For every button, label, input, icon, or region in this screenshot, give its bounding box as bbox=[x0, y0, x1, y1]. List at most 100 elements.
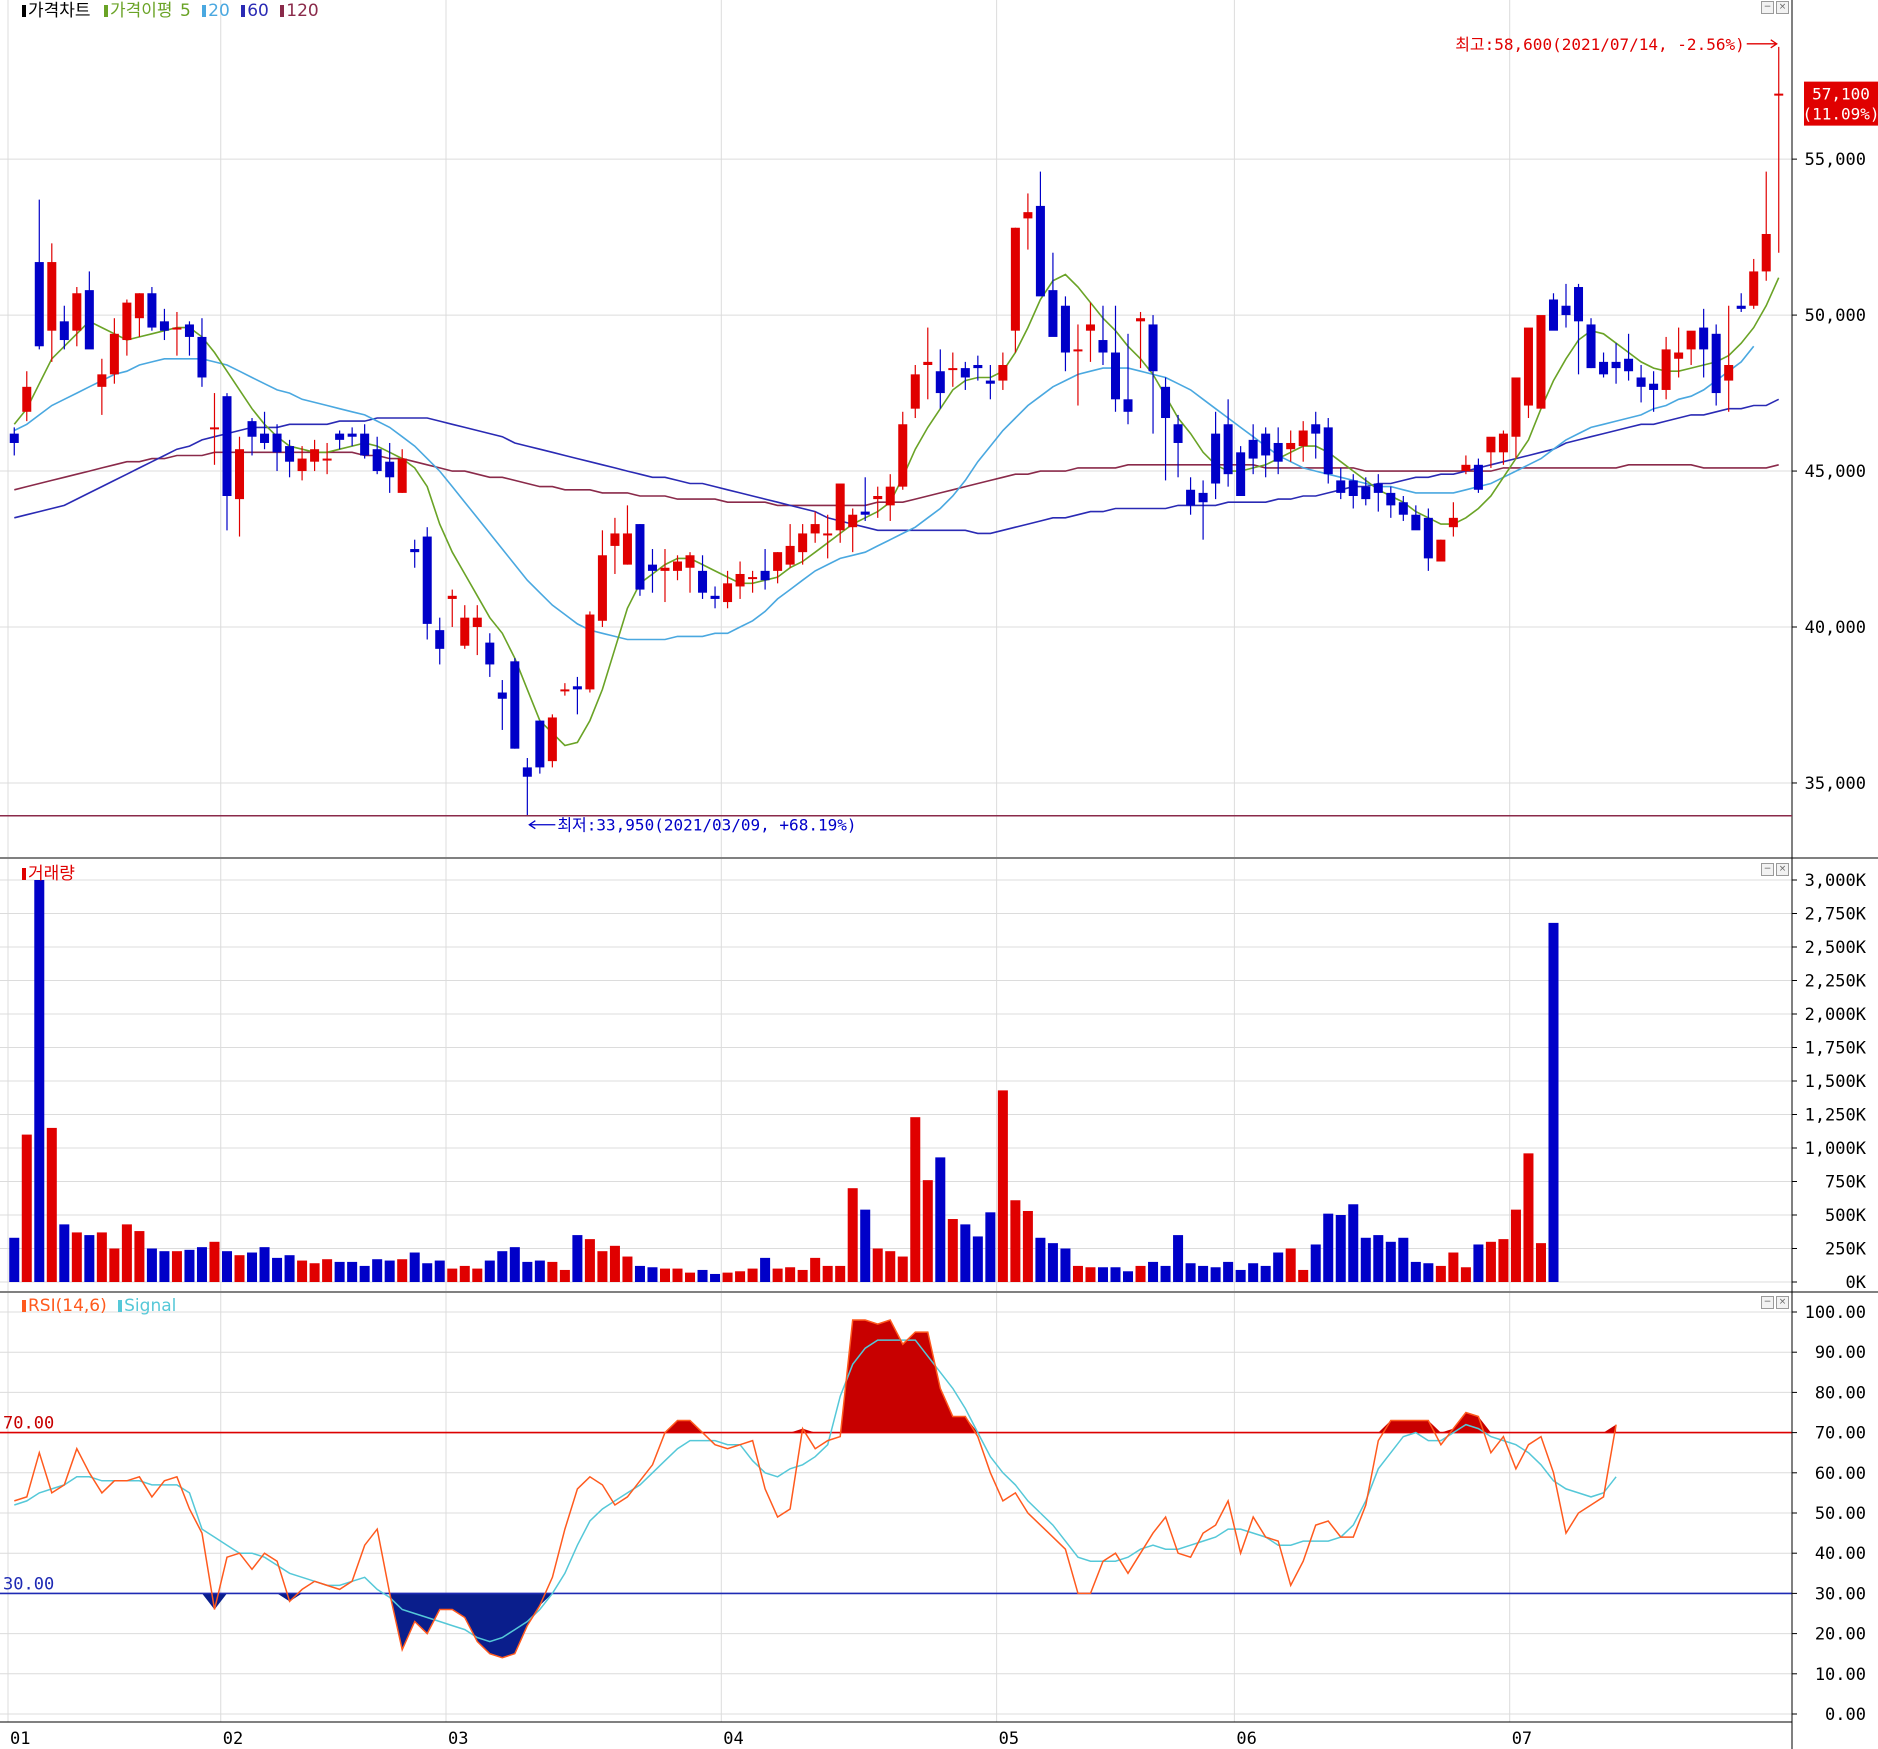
volume-bar bbox=[935, 1157, 946, 1282]
volume-bar bbox=[1235, 1269, 1246, 1282]
volume-bar bbox=[1047, 1243, 1058, 1282]
price-tick-label: 55,000 bbox=[1805, 150, 1866, 170]
volume-marker bbox=[22, 868, 26, 880]
volume-bar bbox=[484, 1260, 495, 1282]
candle-body bbox=[998, 364, 1008, 381]
candle-body bbox=[1348, 480, 1358, 497]
candle-body bbox=[973, 364, 983, 369]
candle-body bbox=[1511, 377, 1521, 437]
x-tick-label: 07 bbox=[1512, 1729, 1532, 1749]
candle-body bbox=[134, 293, 144, 319]
price-tick-label: 40,000 bbox=[1805, 618, 1866, 638]
price-ma-label[interactable]: 가격이평 bbox=[110, 1, 173, 21]
rsi-panel-close-button[interactable]: × bbox=[1776, 1296, 1789, 1309]
candle-body bbox=[9, 433, 19, 443]
volume-panel-minimize-button[interactable]: − bbox=[1761, 863, 1774, 876]
rsi-label[interactable]: RSI(14,6) bbox=[28, 1296, 107, 1316]
candle-body bbox=[447, 595, 457, 599]
volume-bar bbox=[760, 1257, 771, 1282]
volume-bar bbox=[922, 1180, 933, 1282]
candle-body bbox=[1548, 299, 1558, 331]
candle-body bbox=[848, 514, 858, 528]
price-chart-label[interactable]: 가격차트 bbox=[28, 1, 91, 21]
volume-bar bbox=[860, 1209, 871, 1282]
volume-bar bbox=[547, 1261, 558, 1282]
volume-bar bbox=[647, 1267, 658, 1282]
candle bbox=[1436, 539, 1446, 562]
volume-bar bbox=[1260, 1265, 1271, 1282]
candle-body bbox=[985, 380, 995, 384]
rsi-panel-minimize-button[interactable]: − bbox=[1761, 1296, 1774, 1309]
candle-body bbox=[873, 496, 883, 500]
price-panel-minimize-button[interactable]: − bbox=[1761, 1, 1774, 14]
candle-body bbox=[1273, 442, 1283, 462]
volume-bar bbox=[522, 1261, 533, 1282]
candle-body bbox=[535, 720, 545, 768]
ma120-period[interactable]: 120 bbox=[286, 1, 318, 21]
volume-bar bbox=[359, 1265, 370, 1282]
signal-label[interactable]: Signal bbox=[124, 1296, 176, 1316]
volume-bar bbox=[835, 1265, 846, 1282]
candle-body bbox=[435, 630, 445, 649]
candle-body bbox=[272, 433, 282, 453]
volume-bar bbox=[1423, 1263, 1434, 1282]
candle-body bbox=[572, 686, 582, 690]
ma20-marker bbox=[202, 5, 207, 17]
volume-bar bbox=[747, 1268, 758, 1282]
candle-body bbox=[1461, 464, 1471, 472]
volume-bar bbox=[9, 1237, 20, 1282]
volume-bar bbox=[234, 1255, 245, 1282]
volume-bar bbox=[322, 1259, 333, 1282]
volume-bar bbox=[584, 1239, 595, 1282]
candle-body bbox=[1486, 436, 1496, 453]
volume-bar bbox=[409, 1252, 420, 1282]
volume-bar bbox=[1523, 1153, 1534, 1282]
candle-body bbox=[1411, 514, 1421, 531]
volume-bar bbox=[1273, 1252, 1284, 1282]
candle-body bbox=[860, 511, 870, 515]
volume-bar bbox=[1335, 1215, 1346, 1282]
candle-body bbox=[1336, 480, 1346, 493]
candle-body bbox=[710, 595, 720, 599]
volume-tick-label: 500K bbox=[1825, 1206, 1867, 1226]
candle-body bbox=[197, 336, 207, 378]
volume-bar bbox=[422, 1263, 433, 1282]
rsi-tick-label: 90.00 bbox=[1815, 1343, 1866, 1363]
signal-marker bbox=[118, 1300, 123, 1312]
volume-bar bbox=[1410, 1261, 1421, 1282]
candle-body bbox=[247, 421, 257, 437]
candle-body bbox=[1123, 399, 1133, 412]
volume-bar bbox=[1485, 1241, 1496, 1282]
volume-bar bbox=[697, 1269, 708, 1282]
price-panel-close-button[interactable]: × bbox=[1776, 1, 1789, 14]
volume-bar bbox=[897, 1256, 908, 1282]
candle-body bbox=[422, 536, 432, 624]
candle-body bbox=[735, 573, 745, 587]
ma60-period[interactable]: 60 bbox=[247, 1, 269, 21]
candle-body bbox=[235, 449, 245, 500]
rsi-tick-label: 10.00 bbox=[1815, 1665, 1866, 1685]
volume-bar bbox=[772, 1268, 783, 1282]
volume-label[interactable]: 거래량 bbox=[28, 864, 75, 884]
volume-bar bbox=[985, 1212, 996, 1282]
candle bbox=[1536, 315, 1546, 409]
volume-bar bbox=[397, 1259, 408, 1282]
ma5-marker bbox=[103, 5, 108, 17]
volume-tick-label: 2,750K bbox=[1805, 905, 1867, 925]
volume-bar bbox=[872, 1248, 883, 1282]
candle bbox=[635, 524, 645, 596]
ma5-period[interactable]: 5 bbox=[180, 1, 191, 21]
candle-body bbox=[785, 545, 795, 565]
candle-body bbox=[723, 583, 733, 603]
volume-bar bbox=[1072, 1265, 1083, 1282]
candle-body bbox=[647, 564, 657, 571]
rsi-legend: RSI(14,6) Signal bbox=[22, 1296, 178, 1316]
candle-body bbox=[47, 262, 57, 331]
ma20-period[interactable]: 20 bbox=[208, 1, 230, 21]
volume-bar bbox=[910, 1117, 921, 1282]
candle-body bbox=[184, 324, 194, 337]
candle-body bbox=[1198, 492, 1208, 503]
low-annotation: 최저:33,950(2021/03/09, +68.19%) bbox=[557, 816, 856, 835]
x-tick-label: 05 bbox=[999, 1729, 1019, 1749]
volume-panel-close-button[interactable]: × bbox=[1776, 863, 1789, 876]
